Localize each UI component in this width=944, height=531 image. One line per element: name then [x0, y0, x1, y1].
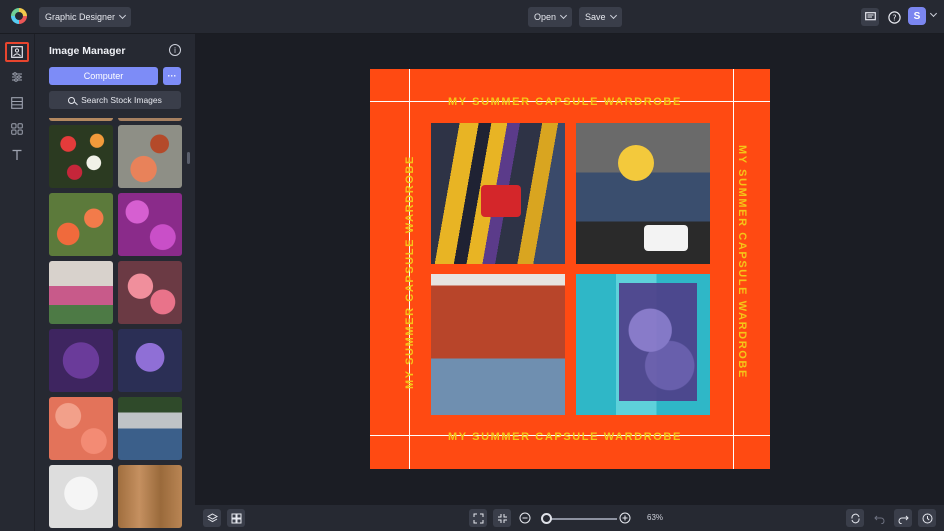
refresh-icon[interactable]	[846, 509, 864, 527]
caption-right[interactable]: MY SUMMER CAPSULE WARDROBE	[736, 145, 748, 379]
user-initial: S	[913, 10, 921, 22]
graphics-icon[interactable]	[5, 119, 29, 139]
undo-icon[interactable]	[870, 509, 888, 527]
image-thumbnail[interactable]	[49, 118, 113, 121]
image-thumbnail[interactable]	[118, 465, 182, 528]
chevron-down-icon	[559, 11, 568, 20]
image-thumbnail[interactable]	[118, 193, 182, 256]
zoom-level: 63%	[647, 513, 664, 522]
more-options-button[interactable]: ···	[163, 67, 181, 85]
chevron-down-icon	[118, 11, 127, 20]
image-manager-panel: Image Manager i Computer ··· Search Stoc…	[34, 34, 195, 531]
history-icon[interactable]	[918, 509, 936, 527]
save-dropdown[interactable]: Save	[579, 7, 622, 27]
image-thumbnail[interactable]	[49, 329, 113, 392]
image-thumbnail[interactable]	[118, 329, 182, 392]
top-bar: Graphic Designer Open Save ? S	[0, 0, 944, 34]
photo-teal-floral[interactable]	[576, 274, 710, 415]
save-label: Save	[585, 12, 606, 22]
fit-to-screen-icon[interactable]	[469, 509, 487, 527]
panel-scrollbar[interactable]	[187, 152, 190, 164]
svg-text:?: ?	[892, 13, 896, 22]
image-thumbnail[interactable]	[49, 397, 113, 460]
image-thumbnail[interactable]	[118, 397, 182, 460]
caption-top[interactable]: MY SUMMER CAPSULE WARDROBE	[448, 96, 682, 108]
panel-title: Image Manager	[49, 45, 126, 57]
photo-striped-dress[interactable]	[431, 123, 565, 264]
text-icon[interactable]	[5, 145, 29, 165]
image-thumbnail[interactable]	[118, 125, 182, 188]
project-type-dropdown[interactable]: Graphic Designer	[39, 7, 132, 27]
open-label: Open	[534, 12, 557, 22]
search-stock-images-button[interactable]: Search Stock Images	[49, 91, 181, 109]
image-thumbnail-grid	[49, 118, 182, 531]
layout-icon[interactable]	[5, 93, 29, 113]
layers-icon[interactable]	[203, 509, 221, 527]
grid-view-icon[interactable]	[227, 509, 245, 527]
redo-icon[interactable]	[894, 509, 912, 527]
search-stock-label: Search Stock Images	[81, 95, 162, 105]
frame-line	[733, 69, 734, 469]
image-thumbnail[interactable]	[49, 193, 113, 256]
image-thumbnail[interactable]	[49, 465, 113, 528]
image-manager-icon[interactable]	[5, 42, 29, 62]
open-dropdown[interactable]: Open	[528, 7, 573, 27]
adjustments-icon[interactable]	[5, 67, 29, 87]
project-type-label: Graphic Designer	[45, 12, 116, 22]
app-logo-icon[interactable]	[11, 8, 27, 24]
white-sneakers	[644, 225, 688, 251]
tool-rail	[0, 34, 34, 531]
hydrangea-overlay	[619, 283, 697, 401]
actual-size-icon[interactable]	[493, 509, 511, 527]
image-thumbnail[interactable]	[49, 261, 113, 324]
bottom-toolbar: 63%	[195, 505, 944, 531]
photo-floral-shirt[interactable]	[431, 274, 565, 415]
search-icon	[68, 96, 76, 104]
comment-icon[interactable]	[861, 8, 879, 26]
zoom-slider-handle[interactable]	[541, 513, 552, 524]
red-handbag	[481, 185, 521, 217]
photo-seated-jeans[interactable]	[576, 123, 710, 264]
chevron-down-icon[interactable]	[929, 9, 938, 18]
design-canvas[interactable]: MY SUMMER CAPSULE WARDROBE MY SUMMER CAP…	[370, 69, 770, 469]
chevron-down-icon	[609, 11, 617, 20]
image-thumbnail[interactable]	[49, 125, 113, 188]
image-thumbnail[interactable]	[118, 261, 182, 324]
yellow-flowers	[618, 145, 654, 181]
zoom-out-icon[interactable]	[516, 509, 534, 527]
zoom-slider-track[interactable]	[547, 518, 617, 520]
computer-upload-button[interactable]: Computer	[49, 67, 158, 85]
caption-left[interactable]: MY SUMMER CAPSULE WARDROBE	[404, 155, 416, 389]
zoom-in-icon[interactable]	[616, 509, 634, 527]
caption-bottom[interactable]: MY SUMMER CAPSULE WARDROBE	[448, 431, 682, 443]
help-icon[interactable]: ?	[885, 8, 903, 26]
info-icon[interactable]: i	[169, 44, 181, 56]
image-thumbnail[interactable]	[118, 118, 182, 121]
user-avatar[interactable]: S	[908, 7, 926, 25]
